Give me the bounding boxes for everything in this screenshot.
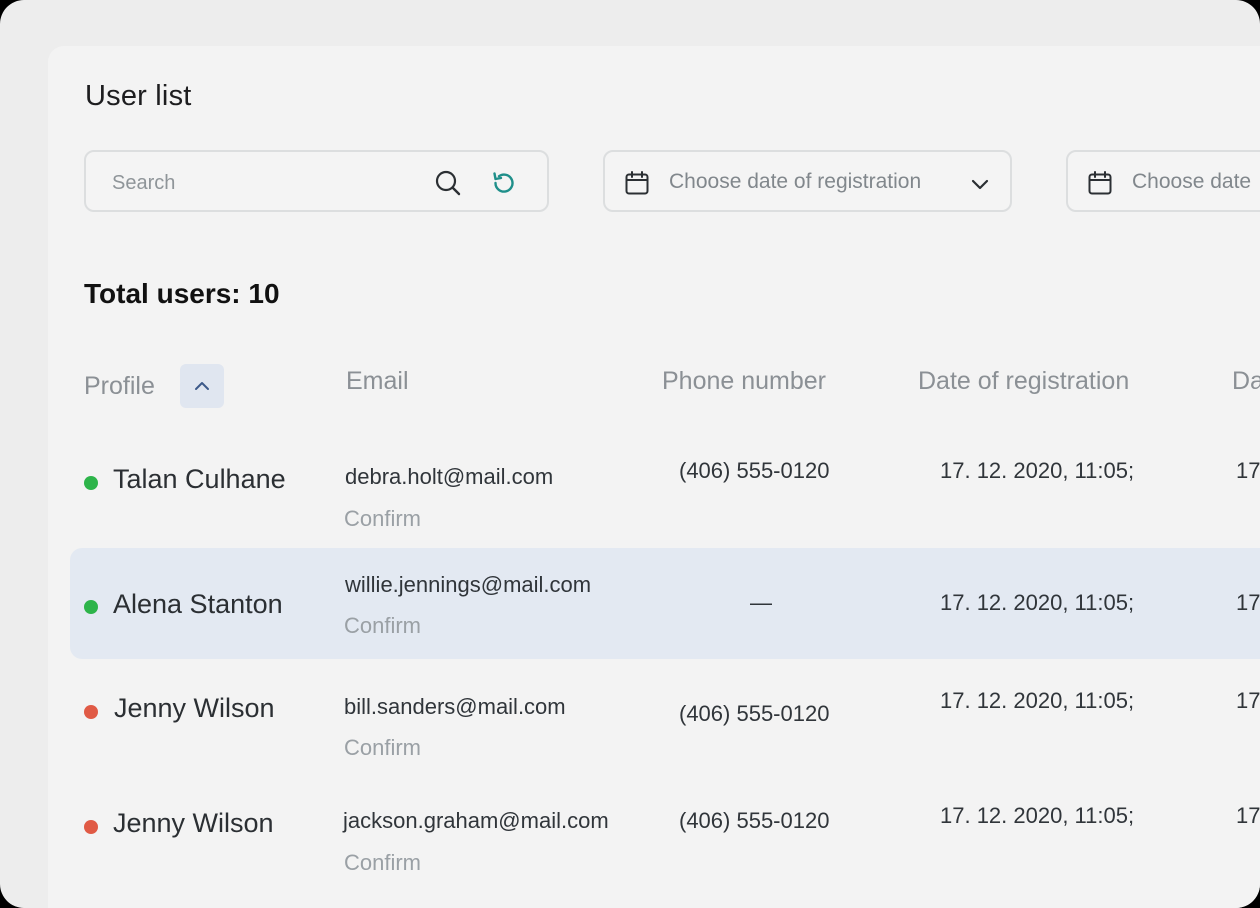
search-icon[interactable]	[434, 169, 462, 197]
user-phone: (406) 555-0120	[679, 808, 830, 833]
status-dot	[84, 476, 98, 490]
second-date-dropdown[interactable]: Choose date	[1066, 150, 1260, 212]
status-dot	[84, 820, 98, 834]
confirm-link[interactable]: Confirm	[344, 506, 421, 532]
column-header-phone[interactable]: Phone number	[662, 367, 826, 396]
registration-date: 17. 12. 2020, 11:05;	[940, 688, 1135, 713]
status-dot	[84, 600, 98, 614]
user-email: jackson.graham@mail.com	[343, 808, 609, 833]
registration-date: 17. 12. 2020, 11:05;	[940, 803, 1135, 828]
total-users: Total users: 10	[84, 278, 280, 309]
next-date: 17	[1236, 803, 1260, 828]
user-email: willie.jennings@mail.com	[345, 572, 592, 597]
registration-date: 17. 12. 2020, 11:05;	[940, 590, 1135, 615]
user-name[interactable]: Alena Stanton	[113, 589, 283, 620]
registration-date-dropdown[interactable]: Choose date of registration	[603, 150, 1012, 212]
confirm-link[interactable]: Confirm	[344, 613, 421, 639]
calendar-icon	[1088, 171, 1112, 195]
chevron-down-icon	[971, 179, 989, 190]
user-name[interactable]: Jenny Wilson	[113, 808, 274, 839]
user-name[interactable]: Jenny Wilson	[114, 693, 275, 724]
column-header-email[interactable]: Email	[346, 367, 409, 396]
confirm-link[interactable]: Confirm	[344, 850, 421, 876]
status-dot	[84, 705, 98, 719]
registration-date: 17. 12. 2020, 11:05;	[940, 458, 1135, 483]
search-input[interactable]	[110, 169, 414, 197]
column-header-profile[interactable]: Profile	[84, 372, 155, 401]
sort-profile-button[interactable]	[180, 364, 224, 408]
user-email: bill.sanders@mail.com	[344, 694, 566, 719]
column-header-next[interactable]: Da	[1232, 367, 1260, 396]
calendar-icon	[625, 171, 649, 195]
user-phone: —	[750, 590, 772, 615]
next-date: 17	[1236, 590, 1260, 615]
next-date: 17	[1236, 688, 1260, 713]
user-name[interactable]: Talan Culhane	[113, 464, 286, 495]
chevron-up-icon	[195, 382, 209, 390]
next-date: 17	[1236, 458, 1260, 483]
confirm-link[interactable]: Confirm	[344, 735, 421, 761]
user-phone: (406) 555-0120	[679, 458, 830, 483]
refresh-icon[interactable]	[490, 169, 518, 197]
user-email: debra.holt@mail.com	[345, 464, 554, 489]
page-title: User list	[85, 80, 192, 112]
app-frame: User list Choose date of registration	[0, 0, 1260, 908]
registration-date-label: Choose date of registration	[669, 170, 922, 193]
search-box	[84, 150, 549, 212]
column-header-date-registration[interactable]: Date of registration	[918, 367, 1129, 396]
second-date-label: Choose date	[1132, 170, 1252, 193]
user-phone: (406) 555-0120	[679, 701, 830, 726]
